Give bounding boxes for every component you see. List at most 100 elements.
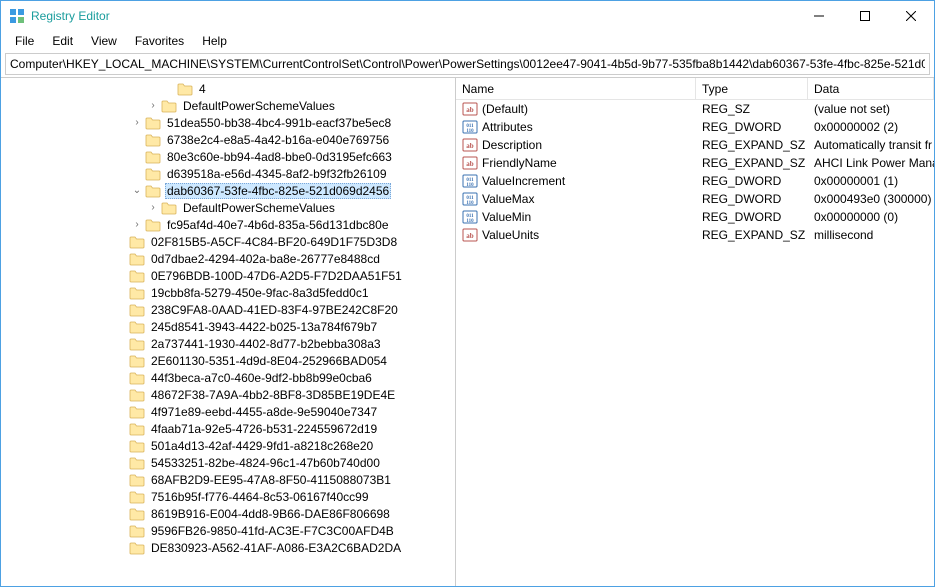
value-row[interactable]: AttributesREG_DWORD0x00000002 (2) [456,118,934,136]
folder-icon [161,201,177,215]
tree-item-label: 4 [197,82,208,96]
tree-item-label: DefaultPowerSchemeValues [181,99,337,113]
tree-item-label: 4faab71a-92e5-4726-b531-224559672d19 [149,422,379,436]
folder-icon [129,405,145,419]
menu-help[interactable]: Help [194,32,235,50]
folder-icon [129,286,145,300]
tree-item[interactable]: ›6738e2c4-e8a5-4a42-b16a-e040e769756 [1,131,455,148]
binary-value-icon [462,119,478,135]
column-type[interactable]: Type [696,78,808,99]
tree-item-label: 2E601130-5351-4d9d-8E04-252966BAD054 [149,354,389,368]
tree-item-label: 68AFB2D9-EE95-47A8-8F50-4115088073B1 [149,473,393,487]
tree-item[interactable]: ›0E796BDB-100D-47D6-A2D5-F7D2DAA51F51 [1,267,455,284]
tree-item[interactable]: ›9596FB26-9850-41fd-AC3E-F7C3C00AFD4B [1,522,455,539]
chevron-right-icon[interactable]: › [129,115,145,131]
value-row[interactable]: (Default)REG_SZ(value not set) [456,100,934,118]
menu-view[interactable]: View [83,32,125,50]
column-data[interactable]: Data [808,78,934,99]
tree-item[interactable]: ›8619B916-E004-4dd8-9B66-DAE86F806698 [1,505,455,522]
value-row[interactable]: ValueMax REG_DWORD0x000493e0 (300000) [456,190,934,208]
tree-item[interactable]: ›48672F38-7A9A-4bb2-8BF8-3D85BE19DE4E [1,386,455,403]
content-split: ›4›DefaultPowerSchemeValues›51dea550-bb3… [1,77,934,586]
string-value-icon [462,155,478,171]
tree-item[interactable]: ⌄dab60367-53fe-4fbc-825e-521d069d2456 [1,182,455,199]
string-value-icon [462,227,478,243]
menu-edit[interactable]: Edit [44,32,81,50]
tree-item[interactable]: ›501a4d13-42af-4429-9fd1-a8218c268e20 [1,437,455,454]
tree-item[interactable]: ›2a737441-1930-4402-8d77-b2bebba308a3 [1,335,455,352]
column-name[interactable]: Name [456,78,696,99]
string-value-icon [462,137,478,153]
folder-icon [129,422,145,436]
chevron-down-icon[interactable]: ⌄ [129,183,145,199]
tree-item-label: 2a737441-1930-4402-8d77-b2bebba308a3 [149,337,383,351]
value-type: REG_EXPAND_SZ [696,138,808,152]
folder-icon [129,235,145,249]
tree-item-label: 245d8541-3943-4422-b025-13a784f679b7 [149,320,379,334]
folder-icon [129,252,145,266]
tree-item[interactable]: ›4 [1,80,455,97]
tree-item-label: 8619B916-E004-4dd8-9B66-DAE86F806698 [149,507,392,521]
value-row[interactable]: ValueMinREG_DWORD0x00000000 (0) [456,208,934,226]
close-button[interactable] [888,1,934,31]
maximize-button[interactable] [842,1,888,31]
tree-item[interactable]: ›80e3c60e-bb94-4ad8-bbe0-0d3195efc663 [1,148,455,165]
list-pane: Name Type Data (Default)REG_SZ(value not… [456,78,934,586]
value-name: ValueMax [482,192,534,206]
address-input[interactable] [6,55,929,73]
tree-item-label: 7516b95f-f776-4464-8c53-06167f40cc99 [149,490,371,504]
minimize-button[interactable] [796,1,842,31]
tree-item[interactable]: ›7516b95f-f776-4464-8c53-06167f40cc99 [1,488,455,505]
tree-item[interactable]: ›54533251-82be-4824-96c1-47b60b740d00 [1,454,455,471]
binary-value-icon [462,173,478,189]
binary-value-icon [462,209,478,225]
value-type: REG_DWORD [696,192,808,206]
value-name: Attributes [482,120,533,134]
tree-item[interactable]: › 51dea550-bb38-4bc4-991b-eacf37be5ec8 [1,114,455,131]
tree-item[interactable]: ›245d8541-3943-4422-b025-13a784f679b7 [1,318,455,335]
value-data: 0x000493e0 (300000) [808,192,934,206]
tree-item[interactable]: ›2E601130-5351-4d9d-8E04-252966BAD054 [1,352,455,369]
tree-item[interactable]: ›4f971e89-eebd-4455-a8de-9e59040e7347 [1,403,455,420]
list-horizontal-scrollbar[interactable] [456,569,934,586]
tree-item[interactable]: ›fc95af4d-40e7-4b6d-835a-56d131dbc80e [1,216,455,233]
value-data: (value not set) [808,102,934,116]
tree-item[interactable]: ›DefaultPowerSchemeValues [1,199,455,216]
tree-item[interactable]: › DefaultPowerSchemeValues [1,97,455,114]
value-data: Automatically transit fr [808,138,934,152]
chevron-right-icon[interactable]: › [145,200,161,216]
folder-icon [129,354,145,368]
menu-favorites[interactable]: Favorites [127,32,192,50]
tree-item[interactable]: ›44f3beca-a7c0-460e-9df2-bb8b99e0cba6 [1,369,455,386]
tree-item[interactable]: ›238C9FA8-0AAD-41ED-83F4-97BE242C8F20 [1,301,455,318]
value-row[interactable]: ValueUnitsREG_EXPAND_SZmillisecond [456,226,934,244]
value-type: REG_EXPAND_SZ [696,228,808,242]
chevron-right-icon[interactable]: › [145,98,161,114]
tree-item-label: 80e3c60e-bb94-4ad8-bbe0-0d3195efc663 [165,150,394,164]
folder-icon [145,133,161,147]
tree-pane[interactable]: ›4›DefaultPowerSchemeValues›51dea550-bb3… [1,78,456,586]
list-body[interactable]: (Default)REG_SZ(value not set)Attributes… [456,100,934,569]
folder-icon [145,218,161,232]
binary-value-icon [462,191,478,207]
tree-item[interactable]: ›4faab71a-92e5-4726-b531-224559672d19 [1,420,455,437]
tree-item[interactable]: ›d639518a-e56d-4345-8af2-b9f32fb26109 [1,165,455,182]
tree-item[interactable]: ›02F815B5-A5CF-4C84-BF20-649D1F75D3D8 [1,233,455,250]
value-type: REG_SZ [696,102,808,116]
value-row[interactable]: Description REG_EXPAND_SZAutomatically tr… [456,136,934,154]
value-data: AHCI Link Power Mana [808,156,934,170]
folder-icon [129,524,145,538]
value-row[interactable]: FriendlyNameREG_EXPAND_SZAHCI Link Power… [456,154,934,172]
window: Registry Editor File Edit View Favorites… [0,0,935,587]
menu-file[interactable]: File [7,32,42,50]
tree-item[interactable]: ›DE830923-A562-41AF-A086-E3A2C6BAD2DA [1,539,455,556]
folder-icon [145,116,161,130]
tree-item[interactable]: ›68AFB2D9-EE95-47A8-8F50-4115088073B1 [1,471,455,488]
tree-item[interactable]: ›0d7dbae2-4294-402a-ba8e-26777e8488cd [1,250,455,267]
value-name: Description [482,138,542,152]
value-row[interactable]: ValueIncrementREG_DWORD0x00000001 (1) [456,172,934,190]
value-type: REG_DWORD [696,210,808,224]
tree-item-label: 51dea550-bb38-4bc4-991b-eacf37be5ec8 [165,116,393,130]
chevron-right-icon[interactable]: › [129,217,145,233]
tree-item[interactable]: ›19cbb8fa-5279-450e-9fac-8a3d5fedd0c1 [1,284,455,301]
